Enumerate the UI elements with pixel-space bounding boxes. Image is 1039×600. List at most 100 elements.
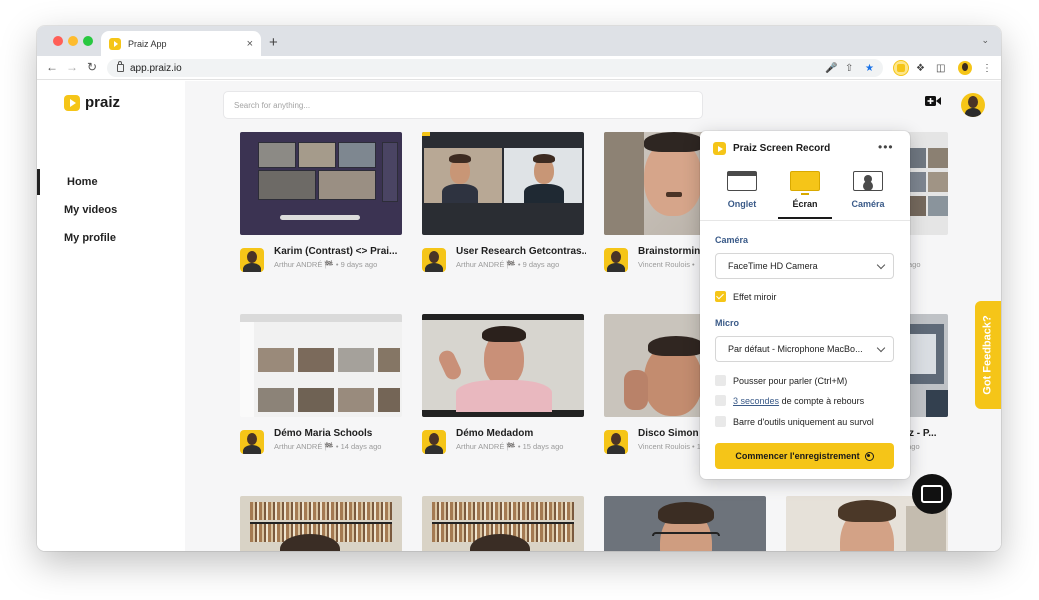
feedback-label: Got Feedback? xyxy=(982,315,994,395)
video-card[interactable] xyxy=(604,496,766,551)
video-thumbnail[interactable] xyxy=(422,132,584,235)
chevron-down-icon xyxy=(876,343,886,353)
micro-select-value: Par défaut - Microphone MacBo... xyxy=(728,344,863,354)
video-subtitle: Arthur ANDRÉ 🏁 • 15 days ago xyxy=(456,442,564,451)
chat-bubble-icon[interactable] xyxy=(912,474,952,514)
micro-select[interactable]: Par défaut - Microphone MacBo... xyxy=(715,336,894,362)
countdown-duration-link[interactable]: 3 secondes xyxy=(733,396,779,406)
side-panel-icon[interactable]: ◫ xyxy=(936,59,945,77)
video-card[interactable]: Démo Medadom Arthur ANDRÉ 🏁 • 15 days ag… xyxy=(422,314,584,458)
video-subtitle: Arthur ANDRÉ 🏁 • 9 days ago xyxy=(456,260,560,269)
video-thumbnail[interactable] xyxy=(422,314,584,417)
search-input[interactable]: Search for anything... xyxy=(223,91,703,119)
video-thumbnail[interactable] xyxy=(422,496,584,551)
video-thumbnail[interactable] xyxy=(240,496,402,551)
praiz-popup-logo-icon xyxy=(713,142,726,155)
author-avatar xyxy=(604,430,628,454)
camera-person-icon xyxy=(853,171,883,191)
mode-tab[interactable]: Onglet xyxy=(712,171,772,209)
new-recording-camera-icon[interactable] xyxy=(925,95,941,107)
address-bar[interactable]: app.praiz.io 🎤 ⇧ ★ xyxy=(107,59,883,77)
author-avatar xyxy=(240,248,264,272)
bookmark-star-icon[interactable]: ★ xyxy=(865,59,874,77)
back-arrow-icon[interactable]: ← xyxy=(45,60,59,74)
lock-icon xyxy=(117,61,124,72)
video-thumbnail[interactable] xyxy=(240,314,402,417)
praiz-app: praiz Home My videos My profile Search f… xyxy=(37,81,1001,551)
browser-tab-icon xyxy=(727,171,757,191)
sidebar-item-home[interactable]: Home xyxy=(67,176,98,188)
tab-close-icon[interactable]: × xyxy=(247,38,253,50)
sidebar: praiz Home My videos My profile xyxy=(37,81,185,551)
forward-arrow-icon[interactable]: → xyxy=(65,60,79,74)
browser-menu-icon[interactable]: ⋮ xyxy=(982,59,992,77)
countdown-checkbox[interactable] xyxy=(715,395,726,406)
start-recording-button[interactable]: Commencer l'enregistrement xyxy=(715,443,894,469)
maximize-window-button[interactable] xyxy=(83,36,93,46)
toolbar-hover-label: Barre d'outils uniquement au survol xyxy=(733,417,874,427)
praiz-favicon-icon xyxy=(109,37,121,50)
popup-divider xyxy=(700,220,910,221)
push-to-talk-label: Pousser pour parler (Ctrl+M) xyxy=(733,376,848,386)
video-title[interactable]: Karim (Contrast) <> Prai... xyxy=(274,246,404,257)
video-card[interactable]: User Research Getcontras... Arthur ANDRÉ… xyxy=(422,132,586,276)
profile-avatar-icon[interactable] xyxy=(958,59,972,77)
author-avatar xyxy=(604,248,628,272)
popup-title: Praiz Screen Record xyxy=(733,143,831,154)
video-card[interactable]: Démo Maria Schools Arthur ANDRÉ 🏁 • 14 d… xyxy=(240,314,402,458)
author-avatar xyxy=(422,430,446,454)
record-icon xyxy=(864,451,874,461)
browser-toolbar: ← → ↻ app.praiz.io 🎤 ⇧ ★ ❖ ◫ ⋮ xyxy=(37,56,1001,80)
browser-window: Praiz App × + ⌄ ← → ↻ app.praiz.io 🎤 ⇧ ★… xyxy=(37,26,1001,551)
user-avatar[interactable] xyxy=(961,93,985,117)
tab-search-chevron-icon[interactable]: ⌄ xyxy=(981,35,989,46)
feedback-tab[interactable]: Got Feedback? xyxy=(975,301,1001,409)
tab-strip: Praiz App × + ⌄ xyxy=(37,26,1001,56)
video-subtitle: Arthur ANDRÉ 🏁 • 14 days ago xyxy=(274,442,382,451)
video-title[interactable]: User Research Getcontras... xyxy=(456,246,586,257)
video-title[interactable]: Démo Maria Schools xyxy=(274,428,404,439)
minimize-window-button[interactable] xyxy=(68,36,78,46)
mode-tab-label: Onglet xyxy=(727,199,757,209)
mode-camera[interactable]: Caméra xyxy=(838,171,898,209)
sidebar-item-my-profile[interactable]: My profile xyxy=(64,232,116,244)
mode-screen[interactable]: Écran xyxy=(775,171,835,209)
screen-record-popup: Praiz Screen Record ••• Onglet Écran Cam… xyxy=(700,131,910,479)
micro-label: Micro xyxy=(715,318,740,328)
chevron-down-icon xyxy=(876,260,886,270)
video-subtitle: Arthur ANDRÉ 🏁 • 9 days ago xyxy=(274,260,378,269)
reload-icon[interactable]: ↻ xyxy=(85,60,99,74)
author-avatar xyxy=(422,248,446,272)
camera-select[interactable]: FaceTime HD Camera xyxy=(715,253,894,279)
video-thumbnail[interactable] xyxy=(240,132,402,235)
video-card[interactable]: Karim (Contrast) <> Prai... Arthur ANDRÉ… xyxy=(240,132,402,276)
microphone-icon[interactable]: 🎤 xyxy=(825,59,837,77)
video-subtitle: ago xyxy=(908,260,921,269)
video-card[interactable] xyxy=(240,496,402,551)
more-options-icon[interactable]: ••• xyxy=(878,140,894,154)
praiz-logo[interactable]: praiz xyxy=(64,94,120,111)
close-window-button[interactable] xyxy=(53,36,63,46)
praiz-logo-icon xyxy=(64,94,80,111)
toolbar-hover-checkbox[interactable] xyxy=(715,416,726,427)
push-to-talk-checkbox[interactable] xyxy=(715,375,726,386)
puzzle-extensions-icon[interactable]: ❖ xyxy=(916,59,925,77)
start-recording-label: Commencer l'enregistrement xyxy=(735,451,860,461)
camera-select-value: FaceTime HD Camera xyxy=(728,261,818,271)
sidebar-item-my-videos[interactable]: My videos xyxy=(64,204,117,216)
browser-tab[interactable]: Praiz App × xyxy=(101,31,261,56)
video-thumbnail[interactable] xyxy=(604,496,766,551)
mirror-label: Effet miroir xyxy=(733,292,777,302)
video-title[interactable]: Démo Medadom xyxy=(456,428,586,439)
nav-active-indicator xyxy=(37,169,40,195)
new-tab-button[interactable]: + xyxy=(269,34,278,51)
logo-text: praiz xyxy=(85,94,121,111)
url-text: app.praiz.io xyxy=(130,62,182,74)
countdown-label: 3 secondes de compte à rebours xyxy=(733,396,864,406)
mode-screen-label: Écran xyxy=(792,199,818,209)
mirror-checkbox[interactable] xyxy=(715,291,726,302)
camera-label: Caméra xyxy=(715,235,749,245)
share-icon[interactable]: ⇧ xyxy=(845,59,853,77)
video-card[interactable] xyxy=(422,496,584,551)
praiz-extension-icon[interactable] xyxy=(893,59,909,77)
